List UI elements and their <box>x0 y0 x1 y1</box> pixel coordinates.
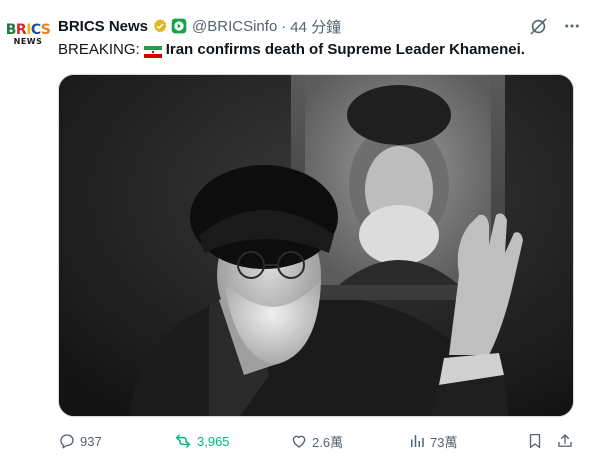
header-actions <box>528 16 582 36</box>
avatar-subtext: NEWS <box>13 36 43 46</box>
views-count: 73萬 <box>430 434 458 450</box>
heart-icon <box>292 435 306 448</box>
tweet-actions: 937 3,965 2.6萬 73萬 <box>52 428 580 454</box>
separator-dot: · <box>281 17 287 35</box>
photo-illustration <box>59 75 573 416</box>
more-options-icon[interactable] <box>562 16 582 36</box>
timestamp[interactable]: 44 分鐘 <box>290 16 341 37</box>
avatar[interactable]: BRICS NEWS <box>5 14 51 54</box>
handle[interactable]: @BRICSinfo <box>192 18 277 35</box>
like-button[interactable]: 2.6萬 <box>290 432 343 451</box>
brics-logo-text: BRICS <box>5 21 51 38</box>
share-button[interactable] <box>556 432 578 450</box>
views-chart-icon <box>411 435 424 447</box>
like-count: 2.6萬 <box>312 434 344 450</box>
tweet-body: Iran confirms death of Supreme Leader Kh… <box>165 41 525 58</box>
reply-icon <box>60 434 74 449</box>
views-button[interactable]: 73萬 <box>408 432 457 451</box>
repost-icon <box>175 434 191 448</box>
tweet-text: BREAKING: Iran confirms death of Supreme… <box>58 40 582 60</box>
tweet-card[interactable]: BRICS NEWS BRICS News @BRICSinfo · 44 分鐘 <box>0 0 596 473</box>
iran-flag-icon <box>143 44 162 58</box>
display-name[interactable]: BRICS News <box>58 18 148 35</box>
verified-gold-badge-icon <box>152 18 168 34</box>
grok-icon[interactable] <box>528 16 548 36</box>
tweet-header: BRICS News @BRICSinfo · 44 分鐘 <box>58 14 582 38</box>
share-icon <box>558 434 572 447</box>
repost-count: 3,965 <box>197 433 230 449</box>
affiliate-badge-icon <box>171 18 187 34</box>
reply-button[interactable]: 937 <box>58 432 102 450</box>
bookmark-icon <box>529 433 541 449</box>
repost-button[interactable]: 3,965 <box>173 432 230 450</box>
tweet-prefix: BREAKING: <box>58 41 140 58</box>
reply-count: 937 <box>80 433 102 449</box>
bookmark-button[interactable] <box>526 432 548 450</box>
tweet-photo[interactable] <box>58 74 574 417</box>
